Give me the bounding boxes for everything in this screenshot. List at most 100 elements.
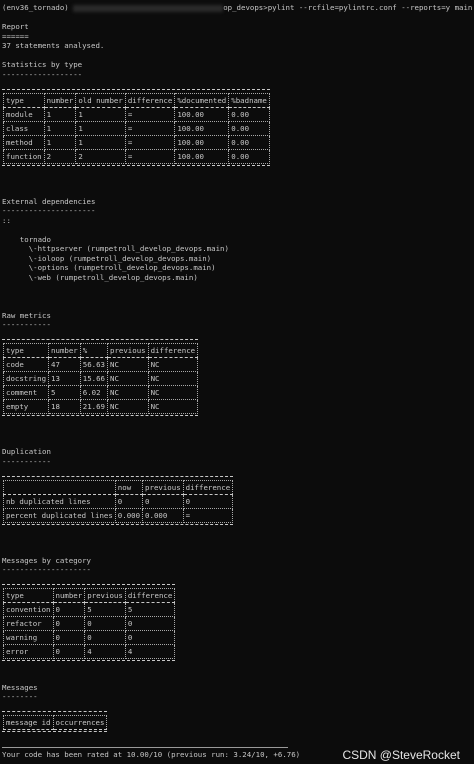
table-cell: 0 bbox=[114, 493, 144, 509]
table-cell: warning bbox=[3, 630, 54, 645]
table-cell: 0 bbox=[52, 602, 86, 617]
table-cell: nb duplicated lines bbox=[3, 493, 116, 509]
table-cell: module bbox=[3, 106, 45, 122]
dependency-line: \-options (rumpetroll_develop_devops.mai… bbox=[2, 263, 216, 272]
table-cell: 0 bbox=[52, 616, 86, 631]
table-cell: 1 bbox=[75, 134, 126, 150]
table-row: module 1 1 = 100.00 0.00 bbox=[3, 106, 270, 122]
table-cell: = bbox=[124, 148, 176, 164]
table-header-cell: type bbox=[3, 92, 45, 108]
messages-by-category-title: Messages by category bbox=[2, 555, 91, 565]
table-header-cell: number bbox=[48, 343, 81, 358]
messages-by-category-table: type number previous difference convention 0 5… bbox=[3, 588, 176, 659]
table-cell: 100.00 bbox=[174, 134, 230, 150]
table-header-cell: difference bbox=[124, 588, 176, 603]
table-header-cell: % bbox=[79, 343, 109, 358]
table-cell: NC bbox=[147, 371, 199, 386]
duplication-title: Duplication bbox=[2, 447, 51, 456]
table-cell: 0.00 bbox=[228, 120, 270, 136]
table-cell: 4 bbox=[84, 644, 126, 659]
table-cell: 2 bbox=[43, 148, 77, 164]
table-cell: 6.02 bbox=[79, 385, 109, 400]
statements-analysed: 37 statements analysed. bbox=[2, 41, 105, 50]
table-cell: 1 bbox=[75, 120, 126, 136]
table-cell: 5 bbox=[48, 385, 81, 400]
table-cell: NC bbox=[107, 385, 149, 400]
table-header-cell: old number bbox=[75, 92, 126, 108]
table-row: method 1 1 = 100.00 0.00 bbox=[3, 134, 270, 150]
table-cell: 15.66 bbox=[79, 371, 109, 386]
table-row: code 47 56.63 NC NC bbox=[2, 357, 199, 372]
table-cell: 0.00 bbox=[228, 134, 270, 150]
terminal-output: (env36_tornado) op_devops>pylint --rcfil… bbox=[2, 3, 474, 764]
table-cell: empty bbox=[2, 399, 50, 414]
table-cell: code bbox=[2, 357, 50, 372]
table-cell: 100.00 bbox=[174, 106, 230, 122]
table-cell: 0 bbox=[124, 616, 176, 631]
table-header-row: type number previous difference bbox=[3, 588, 176, 603]
table-header-cell: %badname bbox=[228, 92, 270, 108]
table-header-cell: number bbox=[43, 92, 77, 108]
table-cell: 0 bbox=[182, 493, 234, 509]
table-cell: refactor bbox=[3, 616, 54, 631]
table-header-cell: previous bbox=[107, 343, 149, 358]
table-header-cell: occurrences bbox=[52, 715, 108, 730]
table-cell: 1 bbox=[43, 120, 77, 136]
dependency-tree: tornado \-httpserver (rumpetroll_develop… bbox=[2, 235, 472, 283]
table-header-cell bbox=[3, 479, 116, 495]
messages-by-category-underline: -------------------- bbox=[2, 565, 91, 574]
table-header-cell: difference bbox=[124, 92, 176, 108]
raw-metrics-table: type number% previous difference code 47 56.63… bbox=[2, 343, 199, 414]
table-row: convention 0 5 5 bbox=[3, 602, 176, 617]
table-cell: = bbox=[124, 106, 176, 122]
table-row: refactor 0 0 0 bbox=[3, 616, 176, 631]
table-header-cell: previous bbox=[142, 479, 184, 495]
table-cell: convention bbox=[3, 602, 54, 617]
table-row: function 2 2 = 100.00 0.00 bbox=[3, 148, 270, 164]
table-cell: = bbox=[124, 134, 176, 150]
table-row: docstring 13 15.66 NC NC bbox=[2, 371, 199, 386]
table-cell: 2 bbox=[75, 148, 126, 164]
table-header-row: type number% previous difference bbox=[2, 343, 199, 358]
stats-by-type-table: type number old number difference %documente… bbox=[3, 92, 270, 164]
table-cell: 0.00 bbox=[228, 106, 270, 122]
table-cell: 0 bbox=[52, 644, 86, 659]
table-cell: NC bbox=[107, 371, 149, 386]
dependency-line: \-web (rumpetroll_develop_devops.main) bbox=[2, 272, 198, 282]
external-deps-marker: :: bbox=[2, 215, 11, 225]
report-title: Report bbox=[2, 22, 29, 31]
table-header-cell: type bbox=[2, 343, 50, 358]
footer-divider bbox=[2, 747, 288, 748]
table-header-row: type number old number difference %documente… bbox=[3, 92, 270, 108]
table-row: percent duplicated lines 0.000 0.000 = bbox=[3, 507, 234, 523]
table-cell: 100.00 bbox=[174, 120, 230, 136]
table-cell: method bbox=[3, 134, 45, 150]
messages-title: Messages bbox=[2, 682, 38, 692]
command-line: (env36_tornado) op_devops>pylint --rcfil… bbox=[2, 3, 474, 13]
table-cell: 100.00 bbox=[174, 148, 230, 164]
table-cell: 0.00 bbox=[228, 148, 270, 164]
table-row: warning 0 0 0 bbox=[3, 630, 176, 645]
table-cell: function bbox=[3, 148, 45, 164]
table-cell: NC bbox=[147, 357, 199, 372]
table-cell: NC bbox=[107, 399, 149, 414]
stats-section-title: Statistics by type bbox=[2, 60, 83, 69]
table-cell: 0 bbox=[124, 630, 176, 645]
table-cell: 5 bbox=[124, 602, 176, 617]
raw-metrics-underline: ----------- bbox=[2, 320, 51, 329]
table-cell: 56.63 bbox=[79, 357, 109, 372]
table-header-cell: number bbox=[52, 588, 86, 603]
external-deps-underline: --------------------- bbox=[2, 206, 96, 215]
code-rating: Your code has been rated at 10.00/10 (pr… bbox=[2, 749, 301, 759]
table-row: nb duplicated lines 0 0 0 bbox=[3, 493, 234, 509]
table-cell: NC bbox=[147, 399, 199, 414]
table-cell: 0 bbox=[52, 630, 86, 645]
table-header-cell: difference bbox=[182, 479, 234, 495]
dependency-line: \-ioloop (rumpetroll_develop_devops.main… bbox=[2, 253, 212, 263]
table-cell: 5 bbox=[84, 602, 126, 617]
table-cell: = bbox=[124, 120, 176, 136]
table-cell: NC bbox=[107, 357, 149, 372]
external-deps-title: External dependencies bbox=[2, 196, 96, 206]
table-cell: class bbox=[3, 120, 45, 136]
table-cell: NC bbox=[147, 385, 199, 400]
